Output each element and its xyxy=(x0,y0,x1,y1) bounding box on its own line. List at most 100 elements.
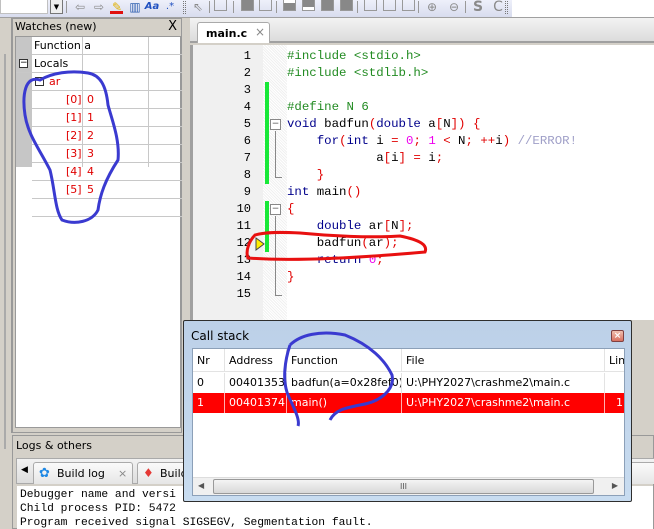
column-header-file[interactable]: File xyxy=(402,349,605,372)
box1-icon[interactable] xyxy=(364,0,377,11)
column-header-nr[interactable]: Nr xyxy=(193,349,225,372)
scroll-left-icon[interactable]: ◀ xyxy=(198,481,204,490)
line-number: 8 xyxy=(243,168,251,182)
tab-scroll-left-icon[interactable]: ◀ xyxy=(21,465,28,475)
element-value: 2 xyxy=(87,129,94,142)
code-line: void badfun(double a[N]) { xyxy=(287,117,481,131)
box2-icon[interactable] xyxy=(383,0,396,11)
log-line: Program received signal SIGSEGV, Segment… xyxy=(20,517,373,529)
code-editor[interactable]: 1 2 3 4 5 6 7 8 9 10 11 12 13 14 15 − − … xyxy=(190,45,654,320)
call-stack-row[interactable]: 0 00401353 badfun(a=0x28fef0) U:\PHY2027… xyxy=(193,373,624,393)
element-index: [4] xyxy=(66,165,82,178)
search-combo-input[interactable] xyxy=(0,0,48,14)
shape-icon[interactable] xyxy=(259,0,272,11)
function-header: Function a xyxy=(34,39,92,52)
code-line: #include <stdlib.h> xyxy=(287,66,429,80)
toolbar: ▼ ⇦ ⇨ ✎ ▥ Aa .* ⇖ ⊕ ⊖ S C xyxy=(0,0,654,18)
horizontal-scrollbar[interactable]: ◀ III ▶ xyxy=(193,477,624,495)
watches-header-row: Function a xyxy=(32,37,182,55)
toolbar-separator xyxy=(209,1,210,13)
watch-element-row[interactable]: [3] 3 xyxy=(32,145,182,163)
frame-line: 1 xyxy=(605,393,624,413)
frame-address: 00401353 xyxy=(225,373,287,393)
back-arrow-icon[interactable]: ⇦ xyxy=(72,0,88,14)
close-icon[interactable]: × xyxy=(611,330,624,342)
fold-toggle-icon[interactable]: − xyxy=(270,119,281,130)
frame-nr: 1 xyxy=(193,393,225,413)
collapse-icon[interactable]: − xyxy=(19,59,28,68)
zoom-in-icon[interactable]: ⊕ xyxy=(424,0,440,14)
layout4-icon[interactable] xyxy=(340,0,353,11)
scroll-right-icon[interactable]: ▶ xyxy=(612,481,618,490)
element-index: [5] xyxy=(66,183,82,196)
column-header-address[interactable]: Address xyxy=(225,349,287,372)
watches-tree: Function a − Locals − ar [0] 0 [1] 1 [2]… xyxy=(15,36,182,428)
watches-title: Watches (new) xyxy=(15,20,97,33)
code-line: } xyxy=(287,270,295,284)
line-number: 4 xyxy=(243,100,251,114)
call-stack-row-selected[interactable]: 1 00401374 main() U:\PHY2027\crashme2\ma… xyxy=(193,393,624,413)
element-value: 1 xyxy=(87,111,94,124)
fill-rect-icon[interactable] xyxy=(241,0,254,11)
regex-icon[interactable]: .* xyxy=(162,0,178,14)
scrollbar-thumb[interactable]: III xyxy=(213,479,594,494)
match-case-icon[interactable]: Aa xyxy=(144,0,160,14)
toolbar-grip[interactable] xyxy=(505,1,508,14)
column-header-function[interactable]: Function xyxy=(287,349,402,372)
tab-main-c[interactable]: main.c × xyxy=(197,22,270,43)
watch-var-row[interactable]: − ar xyxy=(32,73,182,91)
element-index: [2] xyxy=(66,129,82,142)
zoom-out-icon[interactable]: ⊖ xyxy=(446,0,462,14)
line-number: 12 xyxy=(236,236,251,250)
frame-nr: 0 xyxy=(193,373,225,393)
c-letter-icon[interactable]: C xyxy=(490,0,506,14)
pointer-icon[interactable]: ⇖ xyxy=(190,0,206,14)
watch-element-row[interactable]: [5] 5 xyxy=(32,181,182,199)
line-number: 3 xyxy=(243,83,251,97)
frame-line xyxy=(605,373,624,393)
layout1-icon[interactable] xyxy=(283,0,296,11)
code-line: return 0; xyxy=(316,253,384,267)
watches-close-button[interactable]: X xyxy=(168,19,177,34)
log-line: Child process PID: 5472 xyxy=(20,503,176,515)
tab-close-icon[interactable]: × xyxy=(118,467,127,480)
fold-end xyxy=(275,295,282,296)
watch-element-row[interactable]: [2] 2 xyxy=(32,127,182,145)
toolbar-grip[interactable] xyxy=(183,1,186,14)
watch-element-row[interactable]: [1] 1 xyxy=(32,109,182,127)
code-line-current: badfun(ar); xyxy=(287,236,399,250)
watch-element-row[interactable]: [0] 0 xyxy=(32,91,182,109)
column-header-line[interactable]: Lin xyxy=(605,349,624,372)
tab-label: Build log xyxy=(57,467,105,480)
toolbar-blank-area xyxy=(512,0,654,17)
watch-element-row[interactable]: [4] 4 xyxy=(32,163,182,181)
line-number: 9 xyxy=(243,185,251,199)
forward-arrow-icon[interactable]: ⇨ xyxy=(91,0,107,14)
frame-function: main() xyxy=(287,393,402,413)
element-index: [3] xyxy=(66,147,82,160)
collapse-icon[interactable]: − xyxy=(35,77,44,86)
element-index: [1] xyxy=(66,111,82,124)
rect-icon[interactable] xyxy=(214,0,227,11)
s-letter-icon[interactable]: S xyxy=(470,0,486,14)
select-block-icon[interactable]: ▥ xyxy=(127,0,143,14)
dropdown-arrow-icon[interactable]: ▼ xyxy=(50,0,63,14)
locals-row[interactable]: − Locals xyxy=(16,55,182,73)
toolbar-separator xyxy=(357,1,358,13)
box3-icon[interactable] xyxy=(402,0,415,11)
line-number: 11 xyxy=(236,219,251,233)
watch-empty-row[interactable] xyxy=(32,199,182,217)
toolbar-separator xyxy=(66,1,67,13)
layout2-icon[interactable] xyxy=(302,0,315,11)
fold-toggle-icon[interactable]: − xyxy=(270,204,281,215)
code-line: a[i] = i; xyxy=(287,151,444,165)
gear-icon: ✿ xyxy=(39,466,50,481)
tab-build-log[interactable]: ✿ Build log × xyxy=(33,462,133,484)
change-marker xyxy=(265,201,269,252)
tab-close-icon[interactable]: × xyxy=(255,25,265,39)
line-number: 6 xyxy=(243,134,251,148)
highlight-color-bar xyxy=(110,11,123,14)
code-line: #define N 6 xyxy=(287,100,369,114)
layout3-icon[interactable] xyxy=(321,0,334,11)
element-value: 3 xyxy=(87,147,94,160)
